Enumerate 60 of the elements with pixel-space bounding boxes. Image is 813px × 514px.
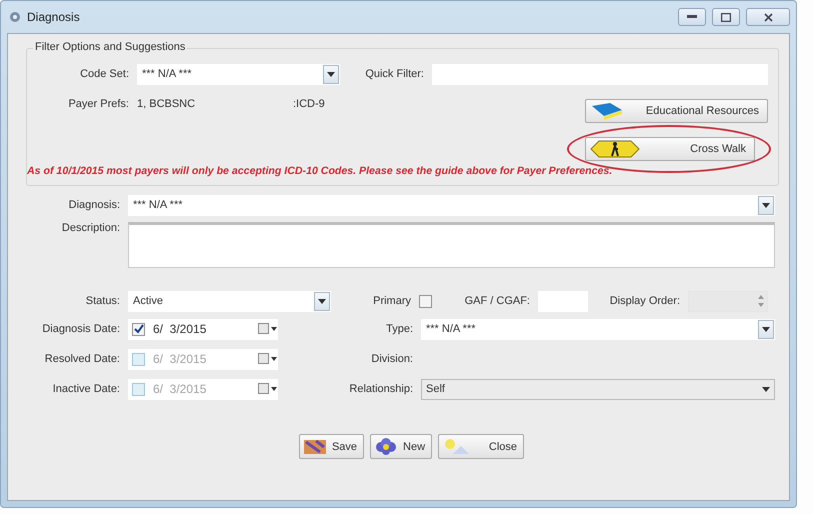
icd-10-notice: As of 10/1/2015 most payers will only be accepting ICD-10 Codes. Please see the guide above for Payer Preferences. (27, 165, 612, 177)
relationship-dropdown[interactable]: Self (421, 378, 775, 400)
field-label: Diagnosis: (68, 199, 121, 211)
calendar-icon (258, 353, 278, 365)
field-label: Status: (84, 295, 121, 307)
calendar-icon (258, 383, 278, 395)
field-label: Description: (60, 222, 121, 234)
date-checkbox[interactable] (132, 382, 145, 396)
save-icon (302, 438, 328, 456)
close-button[interactable] (746, 8, 790, 26)
field-label: Resolved Date: (44, 353, 121, 365)
payer-name: 1, BCBSNC (137, 98, 196, 110)
date-checkbox[interactable] (132, 352, 145, 366)
field-label: GAF / CGAF: (464, 295, 531, 307)
dropdown-button[interactable] (758, 320, 774, 338)
caret-icon (762, 202, 770, 208)
minimize-button[interactable] (678, 8, 706, 26)
field-label: Primary (372, 295, 412, 307)
group-title: Filter Options and Suggestions (33, 41, 188, 53)
pedestrian-sign-icon (590, 140, 640, 158)
primary-checkbox[interactable] (419, 294, 432, 308)
maximize-icon (721, 12, 731, 22)
cross-walk-button[interactable]: Cross Walk (585, 137, 755, 161)
type-dropdown[interactable]: *** N/A *** (421, 318, 775, 340)
field-label: Relationship: (348, 383, 414, 395)
field-label: Diagnosis Date: (41, 323, 121, 335)
dropdown-button[interactable] (314, 292, 330, 310)
educational-resources-button[interactable]: Educational Resources (585, 99, 768, 123)
code-set-dropdown[interactable]: *** N/A *** (137, 64, 340, 84)
book-icon (590, 102, 624, 120)
date-picker[interactable]: 6/ 3/2015 (128, 318, 278, 340)
status-dropdown[interactable]: Active (128, 290, 331, 312)
field-label: Code Set: (79, 68, 130, 80)
description-field[interactable] (128, 222, 775, 268)
save-button[interactable]: Save (298, 434, 364, 459)
field-label: Inactive Date: (52, 383, 121, 395)
app-icon (9, 11, 21, 23)
minimize-icon (687, 15, 697, 19)
field-label: Display Order: (608, 295, 681, 307)
diagnosis-dropdown[interactable]: *** N/A *** (128, 194, 775, 216)
caret-icon (327, 72, 335, 76)
new-button[interactable]: New (370, 434, 432, 459)
maximize-button[interactable] (712, 8, 740, 26)
date-checkbox[interactable] (132, 322, 145, 336)
window-title: Diagnosis (27, 10, 80, 24)
caret-icon (762, 326, 770, 332)
dropdown-button[interactable] (323, 64, 339, 84)
spinner-arrows-icon (755, 293, 767, 309)
field-label: Payer Prefs: (67, 98, 130, 110)
caret-icon (762, 386, 770, 392)
check-icon (134, 324, 144, 334)
close-icon (764, 12, 772, 22)
caret-icon (318, 298, 326, 304)
field-label: Type: (385, 323, 414, 335)
dropdown-button[interactable] (758, 196, 774, 214)
field-label: Division: (370, 353, 414, 365)
payer-code-set: :ICD-9 (293, 98, 325, 110)
calendar-icon (258, 323, 278, 335)
field-label: Quick Filter: (364, 68, 425, 80)
close-button[interactable]: Close (438, 434, 524, 459)
